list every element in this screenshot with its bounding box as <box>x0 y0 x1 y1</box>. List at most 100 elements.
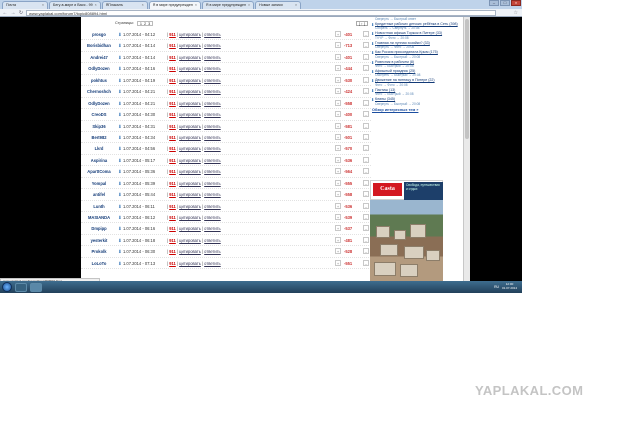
reply-link[interactable]: ответить <box>204 43 221 48</box>
sidebar-topic[interactable]: ⬇ Пастиш (13) Фото → Быстрый → 20:08 <box>370 88 463 96</box>
vote-down-icon[interactable]: – <box>363 145 369 152</box>
vote-up-icon[interactable]: + <box>335 248 341 255</box>
vote-up-icon[interactable]: + <box>335 225 341 232</box>
sidebar-topic[interactable]: ⬇ Ровесник в рабочем (8) Фото → Быстрый → … <box>370 60 463 68</box>
reply-link[interactable]: ответить <box>204 112 221 117</box>
post-author[interactable]: Chernoshch <box>83 89 115 94</box>
vote-down-icon[interactable]: – <box>363 214 369 220</box>
browser-tab[interactable]: Новые записи × <box>255 1 302 9</box>
post-author[interactable]: Aspirina <box>83 158 115 163</box>
vote-down-icon[interactable]: – <box>363 99 369 106</box>
vote-down-icon[interactable]: – <box>363 202 369 209</box>
quote-link[interactable]: цитировать <box>179 101 201 106</box>
vote-up-icon[interactable]: + <box>335 236 341 243</box>
sidebar-topic[interactable]: ⬇ Как Россия присоединила Крым (175) Сверн… <box>370 50 463 58</box>
reply-link[interactable]: ответить <box>204 181 221 186</box>
post-number-link[interactable]: 911 <box>169 124 176 129</box>
reply-link[interactable]: ответить <box>204 169 221 174</box>
vote-up-icon[interactable]: + <box>335 156 341 163</box>
post-number-link[interactable]: 911 <box>169 226 176 231</box>
sidebar-topic[interactable]: ⬇ Главная ли лунная хозяйки? (33) Свернуть… <box>370 41 463 49</box>
vote-down-icon[interactable]: – <box>363 42 369 49</box>
vote-up-icon[interactable]: + <box>335 179 341 186</box>
post-author[interactable]: Lkrd <box>83 146 115 151</box>
quote-link[interactable]: цитировать <box>179 89 201 94</box>
vote-up-icon[interactable]: + <box>335 42 341 49</box>
reply-link[interactable]: ответить <box>204 192 221 197</box>
post-number-link[interactable]: 911 <box>169 78 176 83</box>
close-tab-icon[interactable]: × <box>142 2 144 9</box>
post-number-link[interactable]: 911 <box>169 66 176 71</box>
vote-up-icon[interactable]: + <box>335 99 341 106</box>
page-scrollbar[interactable] <box>463 17 470 281</box>
quote-link[interactable]: цитировать <box>179 181 201 186</box>
vote-up-icon[interactable]: + <box>335 53 341 60</box>
quote-link[interactable]: цитировать <box>179 169 201 174</box>
post-author[interactable]: Andrei47 <box>83 55 115 60</box>
bookmark-star-icon[interactable]: ☆ <box>514 10 518 16</box>
sidebar-topic[interactable]: ⬇ Движение на пятницу в Питере (22) Фото →… <box>370 78 463 86</box>
vote-down-icon[interactable]: – <box>363 156 369 163</box>
post-author[interactable]: antifel <box>83 192 115 197</box>
address-input[interactable]: www.yaplakal.com/forum7/topic808894.html <box>26 9 496 16</box>
post-author[interactable]: CreoDS <box>83 112 115 117</box>
minimize-icon[interactable]: – <box>489 0 499 6</box>
browser-tab[interactable]: Почта × <box>2 1 48 9</box>
reply-link[interactable]: ответить <box>204 78 221 83</box>
post-author[interactable]: LoLoTo <box>83 261 115 266</box>
post-number-link[interactable]: 911 <box>169 146 176 151</box>
vote-up-icon[interactable]: + <box>335 191 341 198</box>
vote-down-icon[interactable]: – <box>363 31 369 37</box>
sidebar-topic[interactable]: ⬇ Кредитные рабочих детских ребёнка в Сет… <box>370 22 463 30</box>
vote-down-icon[interactable]: – <box>363 248 369 255</box>
reply-link[interactable]: ответить <box>204 32 221 37</box>
vote-down-icon[interactable]: – <box>363 236 369 243</box>
vote-up-icon[interactable]: + <box>335 214 341 220</box>
quote-link[interactable]: цитировать <box>179 249 201 254</box>
scrollbar-thumb[interactable] <box>465 19 469 139</box>
all-topics-link[interactable]: Обзор интересных тем » <box>372 108 463 112</box>
post-author[interactable]: Skip36 <box>83 124 115 129</box>
reply-link[interactable]: ответить <box>204 146 221 151</box>
reply-link[interactable]: ответить <box>204 89 221 94</box>
post-number-link[interactable]: 911 <box>169 55 176 60</box>
quote-link[interactable]: цитировать <box>179 55 201 60</box>
reload-icon[interactable]: ↻ <box>18 10 24 16</box>
reply-link[interactable]: ответить <box>204 261 221 266</box>
vote-up-icon[interactable]: + <box>335 202 341 209</box>
quote-link[interactable]: цитировать <box>179 43 201 48</box>
post-number-link[interactable]: 911 <box>169 101 176 106</box>
quote-link[interactable]: цитировать <box>179 261 201 266</box>
post-author[interactable]: Lunth <box>83 204 115 209</box>
vote-down-icon[interactable]: – <box>363 65 369 72</box>
vote-up-icon[interactable]: + <box>335 122 341 129</box>
vote-down-icon[interactable]: – <box>363 259 369 266</box>
vote-down-icon[interactable]: – <box>363 88 369 95</box>
quote-link[interactable]: цитировать <box>179 112 201 117</box>
vote-down-icon[interactable]: – <box>363 133 369 140</box>
clock[interactable]: 12:00 01.07.2014 <box>502 283 517 290</box>
quote-link[interactable]: цитировать <box>179 226 201 231</box>
reply-link[interactable]: ответить <box>204 66 221 71</box>
post-number-link[interactable]: 911 <box>169 204 176 209</box>
vote-down-icon[interactable]: – <box>363 122 369 129</box>
quote-link[interactable]: цитировать <box>179 124 201 129</box>
close-window-icon[interactable]: × <box>511 0 521 6</box>
vote-up-icon[interactable]: + <box>335 133 341 140</box>
close-tab-icon[interactable]: × <box>195 2 197 9</box>
vote-up-icon[interactable]: + <box>335 76 341 83</box>
forward-icon[interactable]: → <box>10 10 16 16</box>
scroll-top-button[interactable]: [ ↑ ] <box>355 20 368 26</box>
page-link[interactable]: 1 <box>140 22 142 26</box>
post-number-link[interactable]: 911 <box>169 249 176 254</box>
quote-link[interactable]: цитировать <box>179 32 201 37</box>
language-indicator[interactable]: RU <box>494 285 499 289</box>
quote-link[interactable]: цитировать <box>179 66 201 71</box>
reply-link[interactable]: ответить <box>204 249 221 254</box>
vote-down-icon[interactable]: – <box>363 191 369 198</box>
vote-down-icon[interactable]: – <box>363 179 369 186</box>
start-button[interactable] <box>2 282 12 292</box>
vote-down-icon[interactable]: – <box>363 111 369 118</box>
post-number-link[interactable]: 911 <box>169 261 176 266</box>
post-author[interactable]: OdlyDozen <box>83 101 115 106</box>
